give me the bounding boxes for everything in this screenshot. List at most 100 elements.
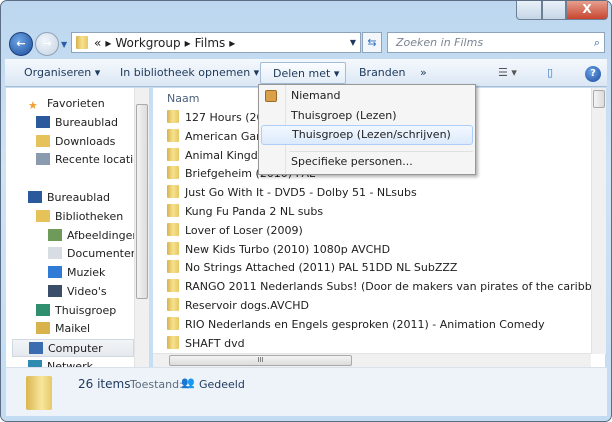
state-label: Toestand: bbox=[130, 378, 183, 391]
recent-pages-dropdown[interactable]: ▼ bbox=[61, 40, 67, 49]
list-item[interactable]: Reservoir dogs.AVCHD bbox=[167, 297, 309, 315]
file-name: Lover of Loser (2009) bbox=[185, 223, 303, 237]
sidebar-item-thuisgroep[interactable]: Thuisgroep bbox=[36, 302, 116, 320]
file-name: SHAFT dvd bbox=[185, 336, 245, 350]
sidebar-item-bureaublad[interactable]: Bureaublad bbox=[28, 189, 110, 207]
sidebar-item-netwerk[interactable]: Netwerk bbox=[28, 358, 93, 367]
search-input[interactable]: Zoeken in Films ⌕ bbox=[387, 32, 605, 53]
include-in-library-button[interactable]: In bibliotheek opnemen ▾ bbox=[114, 62, 265, 84]
folder-icon bbox=[167, 298, 179, 311]
sidebar-item-video-s[interactable]: Video's bbox=[48, 283, 107, 301]
sidebar-item-favorieten[interactable]: ★ Favorieten bbox=[28, 95, 105, 113]
sidebar-item-label: Netwerk bbox=[47, 360, 93, 367]
search-placeholder: Zoeken in Films bbox=[396, 36, 484, 49]
sidebar-item-computer[interactable]: Computer bbox=[12, 339, 134, 357]
sidebar-item-label: Bibliotheken bbox=[55, 210, 124, 223]
sidebar-item-label: Thuisgroep bbox=[55, 304, 117, 317]
item-count: 26 items bbox=[78, 377, 131, 391]
list-item[interactable]: RIO Nederlands en Engels gesproken (2011… bbox=[167, 316, 545, 334]
column-header-name[interactable]: Naam bbox=[167, 92, 199, 105]
file-name: No Strings Attached (2011) PAL 51DD NL S… bbox=[185, 261, 458, 275]
list-item[interactable]: SHAFT dvd bbox=[167, 335, 245, 353]
sidebar-item-bibliotheken[interactable]: Bibliotheken bbox=[36, 208, 123, 226]
list-item[interactable]: RANGO 2011 Nederlands Subs! (Door de mak… bbox=[167, 278, 605, 296]
maximize-button[interactable] bbox=[542, 1, 566, 20]
preview-pane-icon[interactable]: ▯ bbox=[541, 62, 559, 84]
downloads-icon bbox=[36, 135, 50, 147]
details-pane: 26 items Toestand: 👥 Gedeeld bbox=[6, 367, 607, 416]
sidebar-item-bureaublad[interactable]: Bureaublad bbox=[36, 114, 118, 132]
sidebar-item-label: Favorieten bbox=[47, 97, 105, 110]
list-item[interactable]: No Strings Attached (2011) PAL 51DD NL S… bbox=[167, 259, 457, 277]
desktop-icon bbox=[36, 116, 50, 128]
list-item[interactable]: American Gang bbox=[167, 128, 270, 146]
breadcrumb-separator[interactable]: ▸ bbox=[229, 36, 235, 50]
shared-users-icon: 👥 bbox=[181, 376, 195, 389]
folder-icon bbox=[167, 279, 179, 293]
breadcrumb-separator[interactable]: ▸ bbox=[105, 36, 111, 50]
folder-icon bbox=[167, 166, 179, 180]
file-name: Just Go With It - DVD5 - Dolby 51 - NLsu… bbox=[185, 186, 417, 200]
breadcrumb-workgroup[interactable]: Workgroup bbox=[115, 36, 180, 50]
folder-icon bbox=[167, 241, 179, 255]
breadcrumb-films[interactable]: Films bbox=[195, 36, 226, 50]
address-dropdown-icon[interactable]: ▼ bbox=[350, 38, 356, 47]
organize-button[interactable]: Organiseren ▾ bbox=[18, 62, 106, 84]
sidebar-item-label: Video's bbox=[67, 285, 107, 298]
nav-scrollbar[interactable] bbox=[134, 88, 149, 367]
menu-item-specific-people[interactable]: Specifieke personen... bbox=[261, 152, 473, 172]
homegroup-icon bbox=[36, 304, 50, 316]
folder-icon bbox=[167, 147, 179, 161]
burn-button[interactable]: Branden bbox=[353, 62, 412, 84]
list-item[interactable]: Just Go With It - DVD5 - Dolby 51 - NLsu… bbox=[167, 184, 417, 202]
address-bar[interactable]: « ▸ Workgroup ▸ Films ▸ ▼ bbox=[71, 32, 361, 53]
desktop-icon bbox=[28, 191, 42, 203]
folder-icon bbox=[167, 110, 179, 123]
sidebar-item-maikel[interactable]: Maikel bbox=[36, 320, 90, 338]
menu-item-homegroup-read[interactable]: Thuisgroep (Lezen) bbox=[261, 106, 473, 126]
documents-icon bbox=[48, 247, 62, 259]
sidebar-item-downloads[interactable]: Downloads bbox=[36, 133, 115, 151]
sidebar-item-afbeeldingen[interactable]: Afbeeldingen bbox=[48, 227, 139, 245]
folder-icon bbox=[167, 335, 179, 349]
content-scroll-thumb[interactable] bbox=[593, 90, 605, 108]
address-overflow[interactable]: « bbox=[94, 36, 101, 50]
videos-icon bbox=[48, 285, 62, 297]
navigation-pane: ★ Favorieten Bureaublad Downloads Recente lo… bbox=[6, 88, 149, 367]
more-commands-button[interactable]: » bbox=[414, 62, 433, 84]
view-options-icon[interactable]: ☰ ▾ bbox=[492, 62, 523, 84]
content-scrollbar[interactable] bbox=[591, 88, 606, 354]
menu-item-nobody[interactable]: Niemand bbox=[261, 86, 473, 106]
share-with-button[interactable]: Delen met ▾ bbox=[260, 62, 346, 84]
minimize-button[interactable] bbox=[516, 1, 542, 20]
folder-icon bbox=[167, 260, 179, 274]
menu-item-homegroup-readwrite[interactable]: Thuisgroep (Lezen/schrijven) bbox=[261, 125, 473, 145]
list-item[interactable]: Animal Kingdor bbox=[167, 147, 269, 165]
breadcrumb-separator[interactable]: ▸ bbox=[185, 36, 191, 50]
list-item[interactable]: New Kids Turbo (2010) 1080p AVCHD bbox=[167, 241, 390, 259]
horizontal-scrollbar[interactable]: III bbox=[153, 353, 591, 367]
computer-icon bbox=[29, 342, 43, 354]
sidebar-item-recente-locaties[interactable]: Recente locaties bbox=[36, 151, 146, 169]
list-item[interactable]: Lover of Loser (2009) bbox=[167, 222, 303, 240]
recent-places-icon bbox=[36, 153, 50, 165]
sidebar-item-label: Downloads bbox=[55, 135, 116, 148]
sidebar-item-label: Afbeeldingen bbox=[67, 229, 140, 242]
folder-large-icon bbox=[26, 376, 52, 410]
nav-scroll-thumb[interactable] bbox=[136, 104, 148, 299]
file-name: Animal Kingdor bbox=[185, 148, 270, 162]
close-button[interactable]: X bbox=[566, 1, 608, 20]
sidebar-item-muziek[interactable]: Muziek bbox=[48, 264, 105, 282]
file-name: New Kids Turbo (2010) 1080p AVCHD bbox=[185, 242, 391, 256]
list-item[interactable]: Kung Fu Panda 2 NL subs bbox=[167, 203, 323, 221]
help-icon[interactable]: ? bbox=[585, 66, 601, 82]
folder-icon bbox=[167, 128, 179, 142]
sidebar-item-documenten[interactable]: Documenten bbox=[48, 245, 138, 263]
sidebar-item-label: Computer bbox=[48, 342, 103, 355]
forward-button[interactable]: → bbox=[35, 32, 59, 56]
horizontal-scroll-thumb[interactable]: III bbox=[169, 355, 352, 366]
back-button[interactable]: ← bbox=[9, 32, 33, 56]
share-with-menu: Niemand Thuisgroep (Lezen) Thuisgroep (L… bbox=[258, 84, 476, 175]
search-icon[interactable]: ⌕ bbox=[594, 33, 600, 52]
refresh-button[interactable]: ⇆ bbox=[362, 32, 382, 53]
